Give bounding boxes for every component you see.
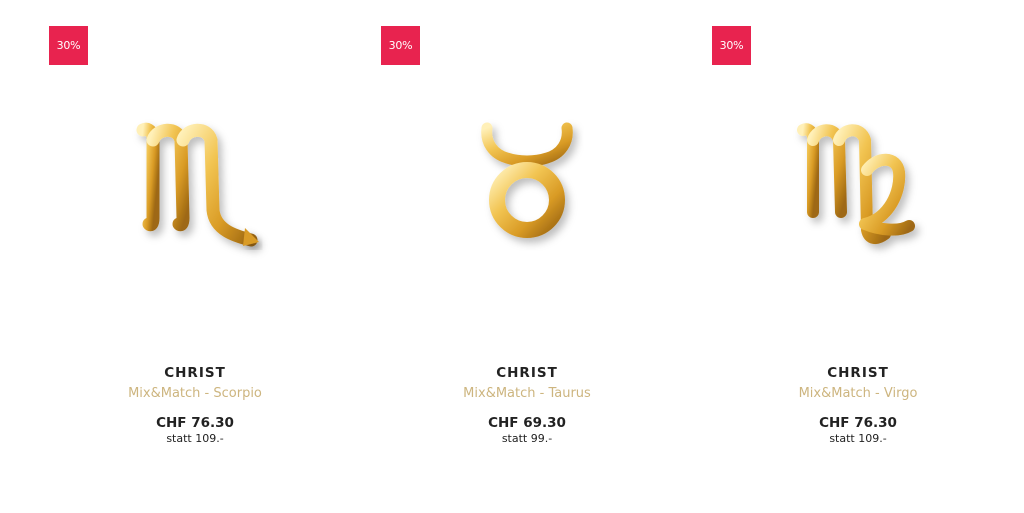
product-brand: CHRIST: [164, 365, 226, 381]
product-name-link[interactable]: Mix&Match - Virgo: [693, 385, 1023, 403]
product-price: CHF 69.30: [488, 415, 566, 431]
product-info: CHRIST Mix&Match - Taurus CHF 69.30 stat…: [362, 364, 692, 446]
product-brand: CHRIST: [496, 365, 558, 381]
product-price: CHF 76.30: [819, 415, 897, 431]
product-old-price: statt 109.-: [829, 432, 887, 445]
product-name-link[interactable]: Mix&Match - Scorpio: [30, 385, 360, 403]
product-image-link[interactable]: [427, 100, 627, 270]
product-image-link[interactable]: [95, 100, 295, 270]
product-grid: 30% CHRIST Mix&Match - Scorpio CHF 76.30…: [0, 0, 1024, 513]
virgo-charm-icon: [797, 123, 915, 245]
product-info: CHRIST Mix&Match - Scorpio CHF 76.30 sta…: [30, 364, 360, 446]
product-card[interactable]: 30%: [693, 0, 1023, 513]
product-old-price: statt 99.-: [501, 432, 553, 445]
product-image-link[interactable]: [759, 100, 959, 270]
product-price: CHF 76.30: [156, 415, 234, 431]
scorpio-charm-icon: [136, 122, 259, 247]
discount-badge: 30%: [49, 26, 88, 65]
product-card[interactable]: 30%: [362, 0, 692, 513]
product-brand: CHRIST: [827, 365, 889, 381]
discount-badge: 30%: [381, 26, 420, 65]
taurus-charm-icon: [481, 122, 573, 238]
product-card[interactable]: 30%: [30, 0, 360, 513]
product-name-link[interactable]: Mix&Match - Taurus: [362, 385, 692, 403]
product-info: CHRIST Mix&Match - Virgo CHF 76.30 statt…: [693, 364, 1023, 446]
product-old-price: statt 109.-: [166, 432, 224, 445]
discount-badge: 30%: [712, 26, 751, 65]
